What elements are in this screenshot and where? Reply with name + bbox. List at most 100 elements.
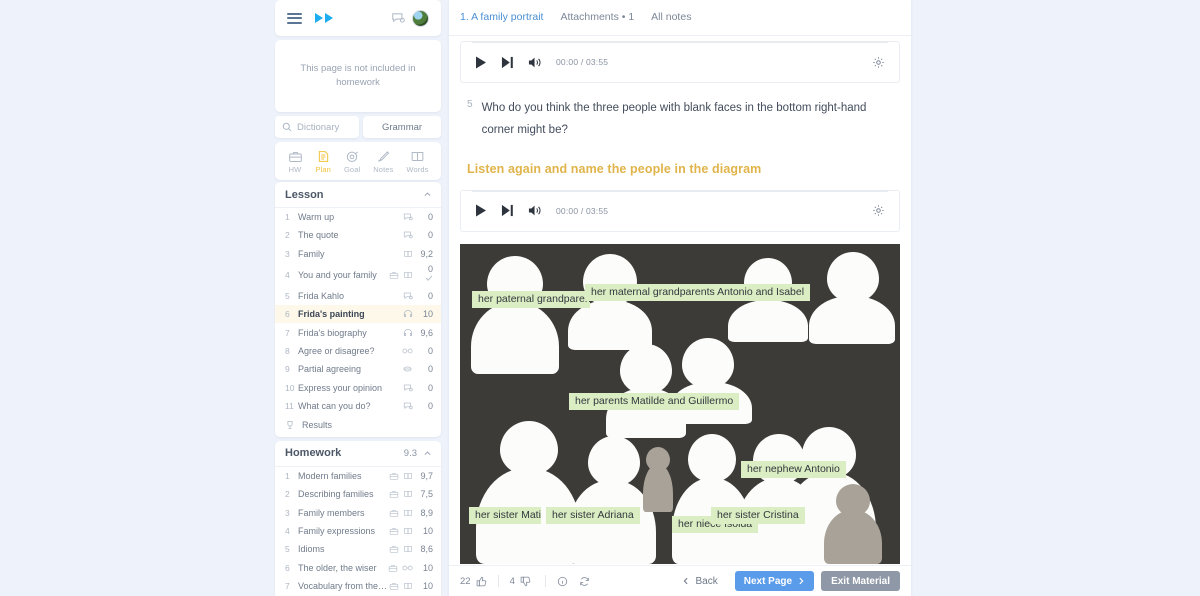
row-number: 6 (285, 309, 290, 320)
tag-sister-matilde[interactable]: her sister Matilde (469, 506, 541, 524)
sidebar-item-family-expressions[interactable]: 4 Family expressions 10 (275, 522, 441, 540)
audio-player-bottom: 00:00 / 03:55 (460, 189, 900, 232)
play-icon[interactable] (475, 204, 487, 217)
tag-sister-cristina[interactable]: her sister Cristina (711, 506, 805, 524)
sidebar-item-family[interactable]: 3 Family 9,2 (275, 245, 441, 263)
book-icon (403, 270, 413, 280)
homework-section-header[interactable]: Homework 9.3 (275, 441, 441, 467)
glasses-icon (402, 563, 413, 573)
skip-next-icon[interactable] (501, 204, 514, 217)
sidebar-item-the-older-the-wiser[interactable]: 6 The older, the wiser 10 (275, 558, 441, 576)
sidebar-item-agree-or-disagree[interactable]: 8 Agree or disagree? 0 (275, 342, 441, 360)
tool-plan[interactable]: Plan (316, 149, 331, 174)
sidebar-item-results[interactable]: Results (275, 415, 441, 435)
pen-icon (378, 150, 390, 162)
row-number: 10 (285, 382, 295, 393)
row-score: 10 (422, 526, 433, 536)
refresh-icon[interactable] (579, 576, 590, 587)
dictionary-input[interactable]: Dictionary (275, 116, 359, 138)
row-number: 9 (285, 364, 290, 375)
gear-icon[interactable] (872, 56, 885, 69)
sidebar-item-you-and-your-family[interactable]: 4 You and your family 0 (275, 263, 441, 287)
silhouette-head (620, 343, 672, 394)
glasses-icon (402, 346, 413, 356)
row-icons (403, 383, 413, 393)
row-score: 10 (422, 580, 433, 591)
chat-bubble-icon[interactable] (391, 11, 405, 25)
sidebar-item-frida-s-painting[interactable]: 6 Frida's painting 10 (275, 305, 441, 324)
tag-parents[interactable]: her parents Matilde and Guillermo (569, 392, 740, 410)
next-page-button[interactable]: Next Page (734, 571, 815, 591)
silhouette-body (809, 295, 895, 344)
sidebar-item-frida-s-biography[interactable]: 7 Frida's biography 9,6 (275, 323, 441, 341)
tab-all-notes[interactable]: All notes (651, 11, 691, 24)
tool-hw[interactable]: HW (288, 149, 303, 174)
chevron-up-icon[interactable] (423, 449, 432, 458)
chat-icon (403, 230, 413, 240)
row-title: Partial agreeing (298, 364, 362, 375)
row-number: 3 (285, 248, 290, 259)
tag-paternal-grandparents[interactable]: her paternal grandparents (472, 290, 590, 308)
sidebar-item-what-can-you-do[interactable]: 11 What can you do? 0 (275, 397, 441, 415)
sidebar-item-idioms[interactable]: 5 Idioms 8,6 (275, 540, 441, 558)
sidebar-item-partial-agreeing[interactable]: 9 Partial agreeing 0 (275, 360, 441, 378)
left-sidebar: This page is not included in homework Di… (275, 0, 441, 596)
book-icon (403, 471, 413, 481)
results-label: Results (302, 419, 333, 430)
sidebar-item-frida-kahlo[interactable]: 5 Frida Kahlo 0 (275, 287, 441, 305)
thumbs-up-icon[interactable] (476, 576, 487, 587)
play-icon[interactable] (475, 56, 487, 69)
info-icon[interactable] (557, 576, 568, 587)
tool-notes[interactable]: Notes (373, 149, 393, 174)
hamburger-icon[interactable] (287, 12, 302, 24)
gear-icon[interactable] (872, 204, 885, 217)
case-icon (389, 508, 399, 518)
volume-icon[interactable] (528, 56, 542, 69)
tab-attachments[interactable]: Attachments • 1 (560, 11, 634, 24)
sidebar-item-the-quote[interactable]: 2 The quote 0 (275, 226, 441, 244)
tab-family-portrait[interactable]: 1. A family portrait (460, 11, 543, 24)
row-title: Warm up (298, 212, 335, 223)
tag-text: her sister Cristina (717, 508, 799, 521)
book-icon (403, 526, 413, 536)
tag-nephew-antonio[interactable]: her nephew Antonio (741, 460, 846, 478)
volume-icon[interactable] (528, 204, 542, 217)
tag-maternal-grandparents[interactable]: her maternal grandparents Antonio and Is… (585, 283, 811, 301)
tag-sister-adriana[interactable]: her sister Adriana (546, 506, 640, 524)
tag-text: her parents Matilde and Guillermo (575, 394, 734, 407)
user-avatar[interactable] (412, 9, 429, 27)
tool-words[interactable]: Words (406, 149, 428, 174)
silhouette-body (728, 299, 808, 342)
row-icons (389, 526, 413, 536)
row-number: 2 (285, 230, 290, 241)
sidebar-item-vocabulary-from-the-t[interactable]: 7 Vocabulary from the t... 10 (275, 577, 441, 595)
app-root: This page is not included in homework Di… (0, 0, 1200, 596)
sidebar-item-family-members[interactable]: 3 Family members 8,9 (275, 504, 441, 522)
tool-goal[interactable]: Goal (344, 149, 360, 174)
sidebar-item-modern-families[interactable]: 1 Modern families 9,7 (275, 467, 441, 485)
row-icons (389, 471, 413, 481)
sidebar-item-express-your-opinion[interactable]: 10 Express your opinion 0 (275, 378, 441, 396)
row-title: Family expressions (298, 526, 376, 536)
family-diagram[interactable]: her paternal grandparents her maternal g… (460, 243, 900, 564)
sidebar-item-describing-families[interactable]: 2 Describing families 7,5 (275, 485, 441, 503)
row-number: 11 (285, 400, 294, 411)
exit-label: Exit Material (831, 575, 890, 587)
chevron-up-icon[interactable] (423, 190, 432, 199)
skip-next-icon[interactable] (501, 56, 514, 69)
tool-notes-label: Notes (373, 164, 394, 174)
exit-material-button[interactable]: Exit Material (821, 571, 900, 591)
back-button[interactable]: Back (672, 571, 728, 591)
fast-forward-logo[interactable] (314, 12, 336, 24)
row-score: 8,6 (420, 544, 433, 555)
thumbs-down-icon[interactable] (520, 576, 531, 587)
row-icons (389, 581, 413, 591)
sidebar-item-warm-up[interactable]: 1 Warm up 0 (275, 208, 441, 226)
lesson-section-header[interactable]: Lesson (275, 182, 441, 208)
row-score: 10 (422, 309, 433, 320)
tag-text: her sister Matilde (475, 508, 541, 521)
audio-time-bottom: 00:00 / 03:55 (556, 205, 609, 216)
row-score: 0 (427, 345, 433, 356)
grammar-button[interactable]: Grammar (363, 116, 441, 138)
sidebar-header (275, 0, 441, 36)
